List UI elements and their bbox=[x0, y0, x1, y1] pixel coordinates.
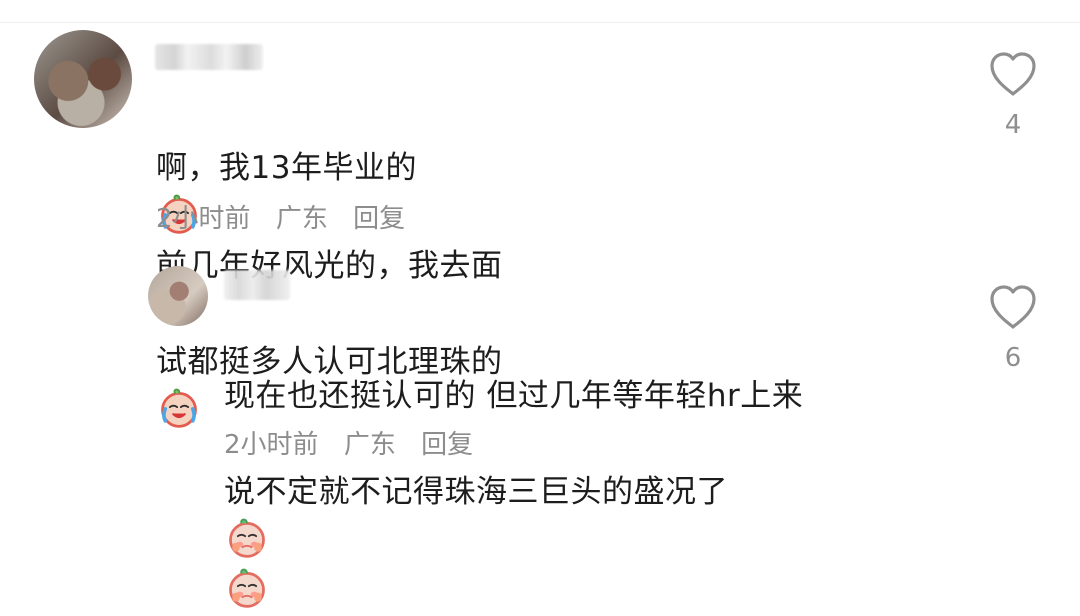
comment-location: 广东 bbox=[275, 204, 328, 234]
like-control-reply[interactable]: 6 bbox=[983, 283, 1043, 373]
top-divider bbox=[0, 0, 1080, 23]
reply-line-1: 现在也还挺认可的 但过几年等年轻hr上来 bbox=[224, 378, 804, 414]
reply-like-count: 6 bbox=[1004, 343, 1022, 373]
heart-icon[interactable] bbox=[986, 283, 1040, 331]
reply-comment-time: 2小时前 bbox=[224, 430, 319, 460]
crying-laughing-face-emoji bbox=[161, 388, 197, 428]
shy-face-emoji bbox=[229, 518, 265, 558]
like-count: 4 bbox=[1004, 110, 1022, 140]
blurred-username[interactable] bbox=[155, 44, 263, 70]
like-control-main[interactable]: 4 bbox=[983, 50, 1043, 140]
reply-comment-location: 广东 bbox=[343, 430, 396, 460]
comment-meta: 2小时前 广东 回复 bbox=[156, 203, 422, 235]
reply-user-avatar[interactable] bbox=[148, 266, 208, 326]
reply-comment-meta: 2小时前 广东 回复 bbox=[224, 429, 490, 461]
reply-comment-reply-button[interactable]: 回复 bbox=[421, 430, 473, 460]
comment-line-1-part-2: 前几年好风光的，我去面 bbox=[156, 248, 503, 284]
shy-face-emoji bbox=[229, 568, 265, 608]
user-avatar[interactable] bbox=[34, 30, 132, 128]
reply-line-2: 说不定就不记得珠海三巨头的盛况了 bbox=[224, 474, 728, 510]
reply-button[interactable]: 回复 bbox=[353, 204, 405, 234]
blurred-reply-username[interactable] bbox=[224, 270, 290, 300]
reply-comment-text: 现在也还挺认可的 但过几年等年轻hr上来 说不定就不记得珠海三巨头的盛况了 bbox=[224, 324, 924, 616]
heart-icon[interactable] bbox=[986, 50, 1040, 98]
comment-time: 2小时前 bbox=[156, 204, 251, 234]
comment-line-1-part-1: 啊，我13年毕业的 bbox=[156, 150, 417, 186]
